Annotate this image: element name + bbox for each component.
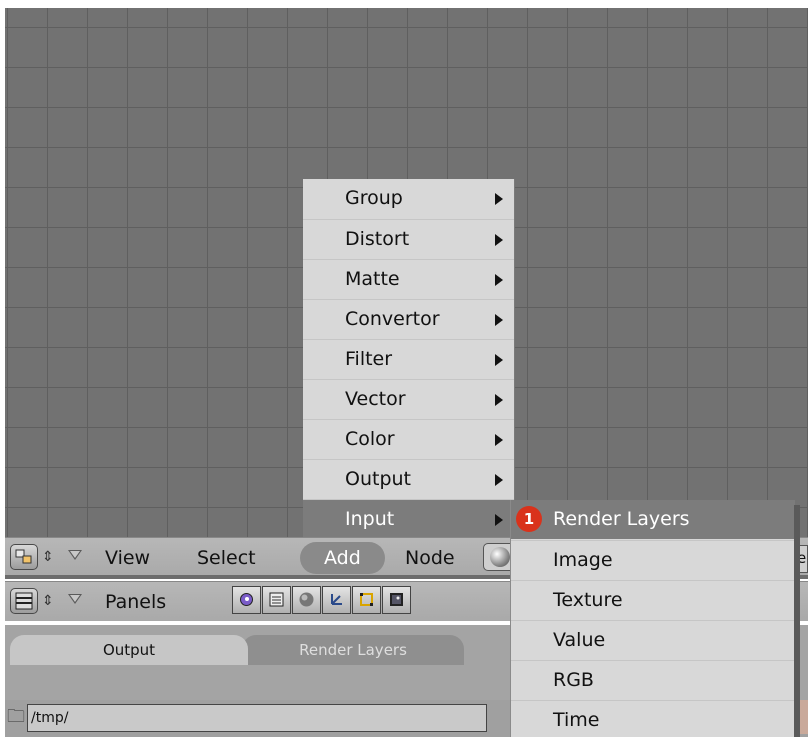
edit-mode-icon[interactable] bbox=[352, 586, 381, 614]
scene-icon[interactable] bbox=[232, 586, 261, 614]
world-image-glyph bbox=[390, 593, 403, 606]
submenu-item-label: RGB bbox=[553, 669, 594, 691]
left-border bbox=[0, 0, 5, 737]
sphere-glyph bbox=[299, 592, 314, 607]
menu-panels[interactable]: Panels bbox=[105, 590, 166, 614]
menu-item-label: Output bbox=[345, 468, 411, 490]
render-settings-icon[interactable] bbox=[262, 586, 291, 614]
submenu-item-texture[interactable]: Texture bbox=[511, 580, 795, 619]
material-sphere-icon[interactable] bbox=[292, 586, 321, 614]
material-sphere-icon bbox=[490, 547, 510, 567]
menu-item-vector[interactable]: Vector bbox=[303, 379, 514, 417]
menu-item-filter[interactable]: Filter bbox=[303, 339, 514, 377]
submenu-arrow-icon bbox=[495, 474, 503, 486]
render-glyph bbox=[269, 592, 284, 607]
buttons-type-updown-icon[interactable]: ⇕ bbox=[42, 591, 54, 611]
menu-add[interactable]: Add bbox=[324, 546, 361, 570]
header-collapse-triangle-icon[interactable] bbox=[68, 550, 82, 560]
submenu-item-label: Texture bbox=[553, 589, 623, 611]
editor-type-button[interactable] bbox=[10, 544, 38, 570]
menu-item-label: Distort bbox=[345, 228, 410, 250]
folder-icon[interactable]: 🗀 bbox=[7, 705, 25, 729]
submenu-item-label: Value bbox=[553, 629, 606, 651]
submenu-shadow bbox=[794, 505, 800, 737]
menu-item-label: Group bbox=[345, 187, 403, 209]
menu-item-input[interactable]: Input bbox=[303, 499, 514, 537]
submenu-item-rgb[interactable]: RGB bbox=[511, 660, 795, 699]
panel-icons-group bbox=[232, 586, 412, 616]
submenu-item-label: Render Layers bbox=[553, 508, 690, 530]
submenu-arrow-icon bbox=[495, 514, 503, 526]
submenu-item-render-layers[interactable]: 1 Render Layers bbox=[511, 500, 795, 539]
input-submenu: 1 Render Layers Image Texture Value RGB … bbox=[510, 500, 795, 737]
menu-item-color[interactable]: Color bbox=[303, 419, 514, 457]
tab-render-layers[interactable]: Render Layers bbox=[242, 635, 464, 665]
edit-square-glyph bbox=[360, 593, 373, 606]
menu-item-label: Color bbox=[345, 428, 395, 450]
menu-item-matte[interactable]: Matte bbox=[303, 259, 514, 297]
menu-item-output[interactable]: Output bbox=[303, 459, 514, 497]
object-icon[interactable] bbox=[322, 586, 351, 614]
node-editor-type-icon bbox=[15, 549, 32, 564]
submenu-arrow-icon bbox=[495, 193, 503, 205]
menu-item-label: Convertor bbox=[345, 308, 440, 330]
menu-item-label: Matte bbox=[345, 268, 400, 290]
menu-node[interactable]: Node bbox=[405, 546, 455, 570]
submenu-item-label: Time bbox=[553, 709, 600, 731]
buttons-collapse-triangle-icon[interactable] bbox=[68, 594, 82, 604]
step-badge: 1 bbox=[516, 506, 542, 532]
menu-view[interactable]: View bbox=[105, 546, 150, 570]
tab-output[interactable]: Output bbox=[10, 635, 248, 665]
menu-item-label: Vector bbox=[345, 388, 406, 410]
menu-item-distort[interactable]: Distort bbox=[303, 219, 514, 257]
submenu-arrow-icon bbox=[495, 394, 503, 406]
submenu-item-image[interactable]: Image bbox=[511, 540, 795, 579]
menu-item-convertor[interactable]: Convertor bbox=[303, 299, 514, 337]
submenu-arrow-icon bbox=[495, 274, 503, 286]
menu-item-group[interactable]: Group bbox=[303, 179, 514, 217]
submenu-item-label: Image bbox=[553, 549, 613, 571]
menu-select[interactable]: Select bbox=[197, 546, 256, 570]
output-path-field[interactable]: /tmp/ bbox=[27, 704, 487, 732]
world-image-icon[interactable] bbox=[382, 586, 411, 614]
submenu-arrow-icon bbox=[495, 434, 503, 446]
buttons-window-type-icon bbox=[15, 592, 33, 610]
buttons-editor-type-button[interactable] bbox=[10, 588, 38, 614]
add-node-menu: Group Distort Matte Convertor Filter Vec… bbox=[303, 179, 515, 537]
submenu-item-value[interactable]: Value bbox=[511, 620, 795, 659]
menu-item-label: Filter bbox=[345, 348, 393, 370]
top-border bbox=[0, 0, 808, 8]
object-axes-glyph bbox=[331, 594, 342, 605]
submenu-item-time[interactable]: Time bbox=[511, 700, 795, 739]
editor-type-updown-icon[interactable]: ⇕ bbox=[42, 547, 54, 567]
menu-item-label: Input bbox=[345, 508, 395, 530]
submenu-arrow-icon bbox=[495, 314, 503, 326]
submenu-arrow-icon bbox=[495, 354, 503, 366]
submenu-arrow-icon bbox=[495, 234, 503, 246]
scene-glyph bbox=[240, 593, 253, 606]
